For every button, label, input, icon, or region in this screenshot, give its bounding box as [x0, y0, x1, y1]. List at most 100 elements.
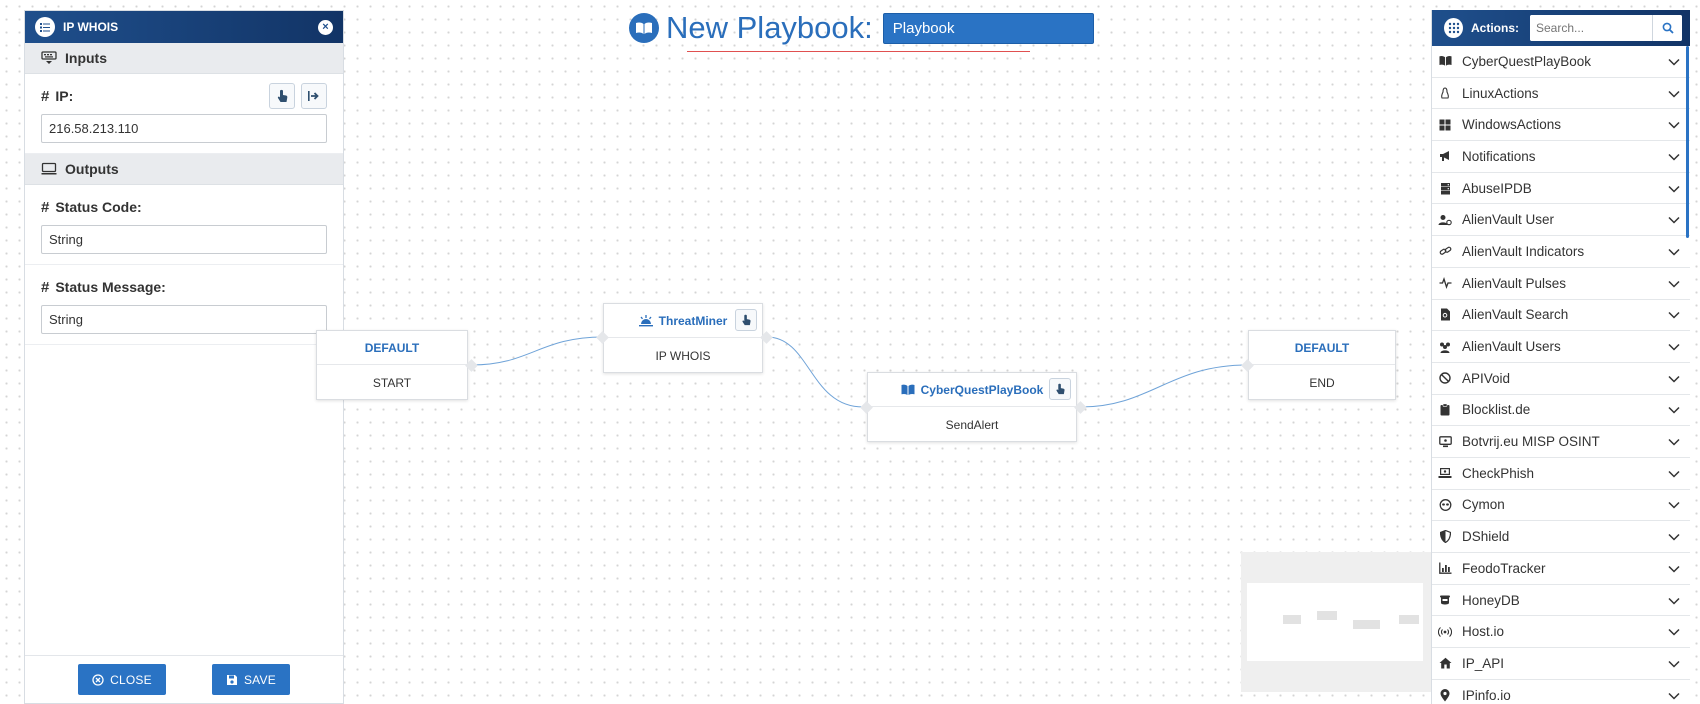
- ip-field-label: # IP:: [41, 87, 74, 105]
- monitor-icon: [1438, 435, 1452, 449]
- user-cog-icon: [1438, 213, 1452, 227]
- chevron-down-icon[interactable]: [1668, 624, 1680, 639]
- chevron-down-icon[interactable]: [1668, 339, 1680, 354]
- action-category-item[interactable]: IP_API: [1432, 648, 1690, 680]
- action-category-label: LinuxActions: [1462, 85, 1539, 101]
- server-icon: [1438, 181, 1452, 195]
- hash-icon: #: [41, 198, 50, 216]
- action-category-label: AlienVault Indicators: [1462, 243, 1585, 259]
- chevron-down-icon[interactable]: [1668, 276, 1680, 291]
- book-icon: [1438, 54, 1452, 68]
- status-code-input[interactable]: [41, 225, 327, 254]
- chevron-down-icon[interactable]: [1668, 307, 1680, 322]
- action-category-label: AlienVault User: [1462, 212, 1555, 228]
- actions-panel-title: Actions:: [1471, 21, 1519, 35]
- playbook-name-input[interactable]: [882, 12, 1094, 44]
- chevron-down-icon[interactable]: [1668, 688, 1680, 703]
- floppy-disk-icon: [226, 674, 237, 685]
- monitor-icon: [41, 162, 57, 175]
- action-category-label: HoneyDB: [1462, 592, 1520, 608]
- chevron-down-icon[interactable]: [1668, 561, 1680, 576]
- search-button[interactable]: [1652, 15, 1682, 41]
- action-category-label: AlienVault Search: [1462, 307, 1569, 323]
- mask-icon: [1438, 498, 1452, 512]
- action-category-label: CyberQuestPlayBook: [1462, 53, 1592, 69]
- action-category-item[interactable]: AlienVault Pulses: [1432, 268, 1690, 300]
- ip-map-output-button[interactable]: [301, 83, 327, 109]
- action-category-item[interactable]: FeodoTracker: [1432, 553, 1690, 585]
- touch-icon: [277, 89, 288, 102]
- title-underline: [687, 51, 1030, 52]
- action-category-label: CheckPhish: [1462, 465, 1535, 481]
- action-category-label: Cymon: [1462, 497, 1505, 513]
- pulse-icon: [1438, 276, 1452, 290]
- ip-input[interactable]: [41, 114, 327, 143]
- chevron-down-icon[interactable]: [1668, 149, 1680, 164]
- action-category-item[interactable]: Host.io: [1432, 616, 1690, 649]
- edge-start-threatminer: [471, 336, 604, 366]
- action-category-item[interactable]: Blocklist.de: [1432, 395, 1690, 427]
- action-category-item[interactable]: Botvrij.eu MISP OSINT: [1432, 426, 1690, 458]
- action-category-item[interactable]: AlienVault Search: [1432, 300, 1690, 332]
- outputs-section-header: Outputs: [25, 154, 343, 185]
- minimap-viewport[interactable]: [1247, 583, 1423, 661]
- ip-field-group: # IP:: [25, 74, 343, 154]
- chevron-down-icon[interactable]: [1668, 181, 1680, 196]
- status-message-input[interactable]: [41, 305, 327, 334]
- chevron-down-icon[interactable]: [1668, 402, 1680, 417]
- end-node[interactable]: DEFAULT END: [1248, 330, 1396, 400]
- chevron-down-icon[interactable]: [1668, 86, 1680, 101]
- map-pin-icon: [1438, 688, 1452, 702]
- action-category-item[interactable]: AlienVault Users: [1432, 331, 1690, 363]
- chart-icon: [1438, 561, 1452, 575]
- action-category-item[interactable]: AlienVault User: [1432, 204, 1690, 237]
- actions-search: [1530, 15, 1682, 41]
- chevron-down-icon[interactable]: [1668, 244, 1680, 259]
- action-category-item[interactable]: IPinfo.io: [1432, 680, 1690, 704]
- chevron-down-icon[interactable]: [1668, 466, 1680, 481]
- action-category-item[interactable]: AbuseIPDB: [1432, 173, 1690, 205]
- chevron-down-icon[interactable]: [1668, 117, 1680, 132]
- action-category-item[interactable]: Cymon: [1432, 490, 1690, 522]
- chevron-down-icon[interactable]: [1668, 212, 1680, 227]
- cyberquest-node-config-button[interactable]: [1049, 378, 1071, 400]
- chevron-down-icon[interactable]: [1668, 434, 1680, 449]
- action-category-item[interactable]: HoneyDB: [1432, 585, 1690, 617]
- action-category-label: AlienVault Pulses: [1462, 275, 1567, 291]
- threatminer-node[interactable]: ThreatMiner IP WHOIS: [603, 303, 763, 373]
- cyberquest-node[interactable]: CyberQuestPlayBook SendAlert: [867, 372, 1077, 442]
- action-category-item[interactable]: LinuxActions: [1432, 78, 1690, 110]
- action-category-item[interactable]: WindowsActions: [1432, 109, 1690, 142]
- action-category-item[interactable]: APIVoid: [1432, 363, 1690, 395]
- page-title: New Playbook:: [666, 10, 873, 45]
- ip-variable-picker-button[interactable]: [269, 83, 295, 109]
- threatminer-node-config-button[interactable]: [735, 309, 757, 331]
- action-category-label: Blocklist.de: [1462, 402, 1531, 418]
- save-button[interactable]: SAVE: [211, 664, 290, 695]
- action-category-item[interactable]: AlienVault Indicators: [1432, 236, 1690, 268]
- chevron-down-icon[interactable]: [1668, 497, 1680, 512]
- action-category-item[interactable]: Notifications: [1432, 141, 1690, 173]
- outputs-section-label: Outputs: [65, 161, 119, 177]
- close-panel-icon[interactable]: ×: [318, 19, 333, 35]
- list-icon: [35, 17, 55, 37]
- chevron-down-icon[interactable]: [1668, 656, 1680, 671]
- action-category-label: Botvrij.eu MISP OSINT: [1462, 434, 1600, 450]
- chevron-down-icon[interactable]: [1668, 54, 1680, 69]
- chevron-down-icon[interactable]: [1668, 529, 1680, 544]
- actions-scrollbar[interactable]: [1686, 46, 1689, 238]
- search-icon: [1662, 22, 1674, 34]
- action-category-item[interactable]: CheckPhish: [1432, 458, 1690, 490]
- cyberquest-node-action: SendAlert: [945, 417, 999, 432]
- canvas-minimap[interactable]: [1241, 552, 1431, 692]
- action-category-item[interactable]: CyberQuestPlayBook: [1432, 46, 1690, 78]
- inputs-section-label: Inputs: [65, 50, 107, 66]
- start-node[interactable]: DEFAULT START: [316, 330, 468, 400]
- chevron-down-icon[interactable]: [1668, 371, 1680, 386]
- close-button[interactable]: CLOSE: [78, 664, 166, 695]
- actions-search-input[interactable]: [1530, 15, 1652, 41]
- ban-icon: [1438, 371, 1452, 385]
- action-category-label: APIVoid: [1462, 370, 1511, 386]
- action-category-item[interactable]: DShield: [1432, 521, 1690, 553]
- chevron-down-icon[interactable]: [1668, 593, 1680, 608]
